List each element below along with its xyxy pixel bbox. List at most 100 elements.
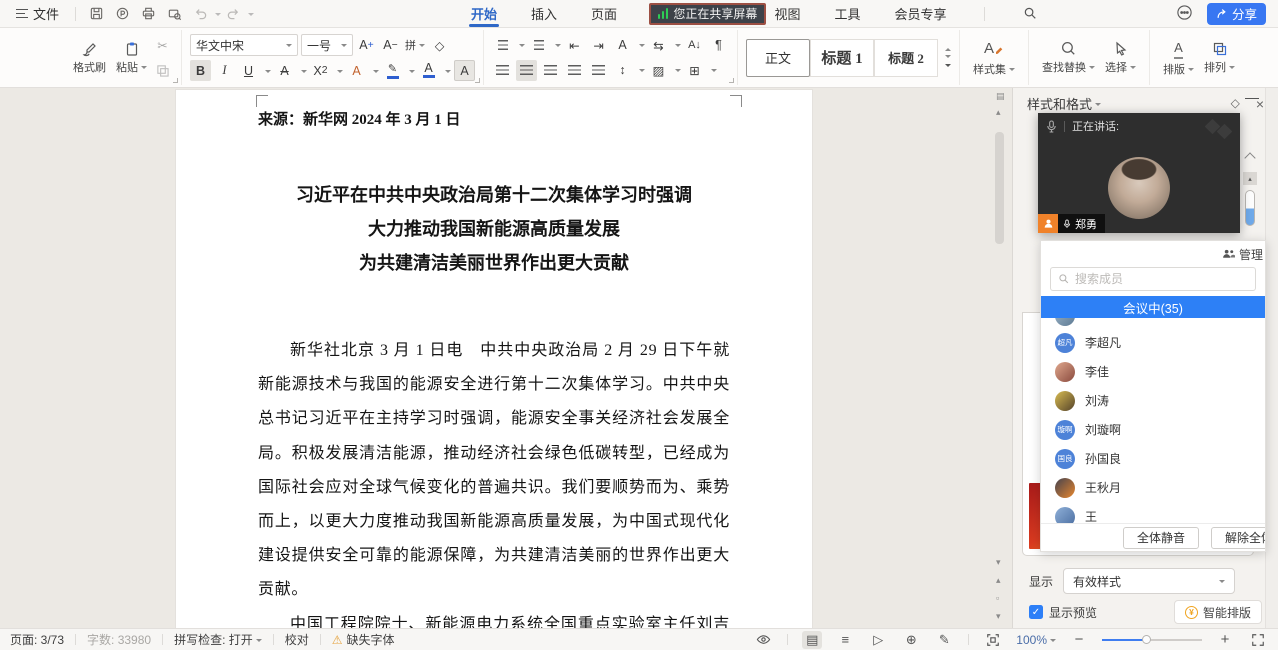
- font-name-select[interactable]: 华文中宋: [190, 34, 298, 56]
- outline-view-button[interactable]: ≡: [835, 631, 855, 649]
- pin-pane-icon[interactable]: ◇: [1231, 96, 1240, 112]
- group-expander[interactable]: [173, 78, 178, 83]
- participant-row[interactable]: 王: [1041, 502, 1265, 523]
- bullet-list-caret[interactable]: [519, 44, 525, 50]
- line-spacing-caret[interactable]: [639, 69, 645, 75]
- participant-row[interactable]: 李佳: [1041, 357, 1265, 386]
- play-view-button[interactable]: ▷: [868, 631, 888, 649]
- select-button[interactable]: 选择: [1100, 41, 1141, 75]
- text-direction-caret[interactable]: [639, 44, 645, 50]
- scroll-up-icon[interactable]: ▴: [996, 108, 1001, 117]
- smart-typeset-button[interactable]: ¥ 智能排版: [1174, 600, 1262, 624]
- style-set-button[interactable]: A 样式集: [968, 39, 1020, 77]
- redo-button[interactable]: [221, 3, 245, 25]
- clear-format-button[interactable]: ◇: [429, 35, 450, 56]
- strikethrough-caret[interactable]: [301, 70, 307, 76]
- strikethrough-button[interactable]: A: [274, 60, 295, 81]
- export-pdf-button[interactable]: [110, 3, 134, 25]
- line-spacing-button[interactable]: ↕: [612, 60, 633, 81]
- group-expander[interactable]: [729, 78, 734, 83]
- fit-page-button[interactable]: [983, 631, 1003, 649]
- show-preview-checkbox[interactable]: ✓: [1029, 605, 1043, 619]
- wrap-caret[interactable]: [675, 44, 681, 50]
- tab-page[interactable]: 页面: [589, 0, 619, 28]
- superscript-button[interactable]: X2: [310, 60, 331, 81]
- group-expander[interactable]: [475, 78, 480, 83]
- style-heading1-chip[interactable]: 标题 1: [810, 39, 874, 77]
- align-center-button[interactable]: [516, 60, 537, 81]
- font-color-button[interactable]: A: [418, 60, 439, 81]
- text-effects-caret[interactable]: [373, 70, 379, 76]
- highlight-caret[interactable]: [409, 70, 415, 76]
- align-right-button[interactable]: [540, 60, 561, 81]
- wrap-button[interactable]: ⇆: [648, 35, 669, 56]
- redo-caret[interactable]: [248, 13, 254, 19]
- bold-button[interactable]: B: [190, 60, 211, 81]
- page-view-button[interactable]: ▤: [802, 631, 822, 649]
- fullscreen-button[interactable]: [1248, 631, 1268, 649]
- increase-indent-button[interactable]: ⇥: [588, 35, 609, 56]
- tab-insert[interactable]: 插入: [529, 0, 559, 28]
- numbered-list-button[interactable]: [528, 35, 549, 56]
- zoom-level-select[interactable]: 100%: [1016, 633, 1056, 647]
- pane-scroll-up-button[interactable]: ▴: [1243, 172, 1257, 185]
- ruler-toggle-icon[interactable]: ▤: [996, 92, 1005, 101]
- select-browse-object-button[interactable]: ▫: [996, 594, 999, 603]
- zoom-in-button[interactable]: +: [1215, 631, 1235, 649]
- file-menu[interactable]: 文件: [8, 4, 67, 23]
- italic-button[interactable]: I: [214, 60, 235, 81]
- justify-button[interactable]: [564, 60, 585, 81]
- display-style-select[interactable]: 有效样式: [1063, 568, 1235, 594]
- find-replace-button[interactable]: 查找替换: [1037, 40, 1100, 75]
- paste-button[interactable]: 粘贴: [111, 41, 152, 75]
- undo-button[interactable]: [188, 3, 212, 25]
- superscript-caret[interactable]: [337, 70, 343, 76]
- zoom-out-button[interactable]: −: [1069, 631, 1089, 649]
- pane-chevron-up-icon[interactable]: [1244, 152, 1255, 163]
- style-gallery-down[interactable]: [945, 55, 951, 61]
- font-size-select[interactable]: 一号: [301, 34, 353, 56]
- shading-button[interactable]: ▨: [648, 60, 669, 81]
- screen-sharing-badge[interactable]: 您正在共享屏幕: [649, 3, 766, 25]
- bullet-list-button[interactable]: [492, 35, 513, 56]
- print-button[interactable]: [136, 3, 160, 25]
- style-gallery-up[interactable]: [945, 45, 951, 51]
- show-marks-button[interactable]: ¶: [708, 35, 729, 56]
- distribute-button[interactable]: [588, 60, 609, 81]
- style-gallery-more[interactable]: [945, 64, 951, 70]
- align-left-button[interactable]: [492, 60, 513, 81]
- tab-view[interactable]: 视图: [772, 0, 802, 28]
- phonetic-guide-button[interactable]: 拼: [404, 35, 426, 56]
- save-button[interactable]: [84, 3, 108, 25]
- undo-caret[interactable]: [215, 13, 221, 19]
- unmute-all-button[interactable]: 解除全体静音: [1211, 527, 1266, 549]
- web-view-button[interactable]: ⊕: [901, 631, 921, 649]
- previous-page-button[interactable]: ▴: [996, 576, 1001, 585]
- character-border-button[interactable]: A: [454, 60, 475, 81]
- proofread-button[interactable]: 校对: [285, 631, 309, 648]
- edit-mode-button[interactable]: ✎: [934, 631, 954, 649]
- preview-eye-button[interactable]: [753, 631, 773, 649]
- borders-caret[interactable]: [711, 69, 717, 75]
- document-scrollbar-thumb[interactable]: [995, 132, 1004, 244]
- spell-check-toggle[interactable]: 拼写检查: 打开: [174, 631, 253, 648]
- manage-link[interactable]: 管理: [1239, 246, 1263, 263]
- increase-font-button[interactable]: A+: [356, 35, 377, 56]
- participant-row[interactable]: 刘涛: [1041, 386, 1265, 415]
- participant-row[interactable]: 国良 孙国良: [1041, 444, 1265, 473]
- arrange-button[interactable]: 排列: [1199, 41, 1240, 75]
- in-meeting-tab[interactable]: 会议中(35): [1041, 296, 1265, 318]
- decrease-font-button[interactable]: A−: [380, 35, 401, 56]
- underline-button[interactable]: U: [238, 60, 259, 81]
- scroll-down-icon[interactable]: ▾: [996, 558, 1001, 567]
- assistant-button[interactable]: [1176, 4, 1193, 24]
- print-preview-button[interactable]: [162, 3, 186, 25]
- zoom-slider-knob[interactable]: [1142, 635, 1151, 644]
- spell-check-caret[interactable]: [256, 639, 262, 645]
- missing-font-notice[interactable]: 缺失字体: [347, 631, 395, 648]
- participant-row[interactable]: 超凡 李超凡: [1041, 328, 1265, 357]
- document-page[interactable]: 来源：新华网 2024 年 3 月 1 日 习近平在中共中央政治局第十二次集体学…: [176, 90, 812, 628]
- task-pane-title-caret[interactable]: [1095, 103, 1101, 109]
- format-painter-button[interactable]: 格式刷: [68, 41, 111, 75]
- search-button[interactable]: [1021, 0, 1040, 28]
